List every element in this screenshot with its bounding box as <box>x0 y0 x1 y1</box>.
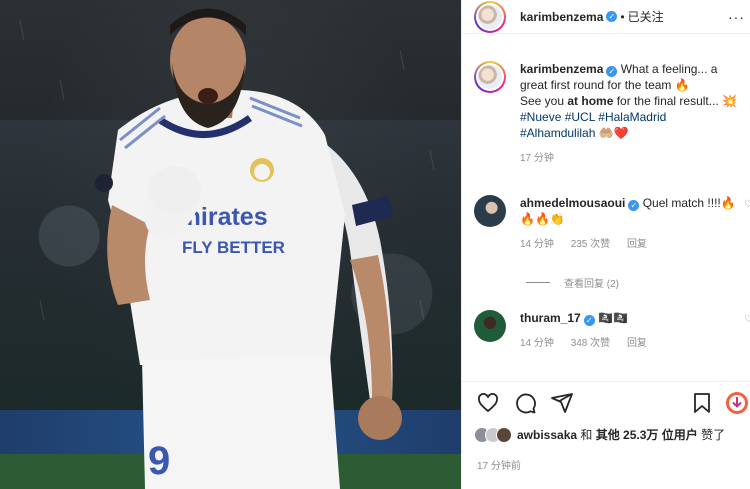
post-photo[interactable]: Emirates FLY BETTER 9 <box>0 0 461 489</box>
caption-line4[interactable]: #Alhamdulilah 🤲🏼❤️ <box>520 126 629 140</box>
verified-icon: ✓ <box>583 315 595 326</box>
action-bar <box>462 381 750 421</box>
author-avatar[interactable] <box>474 0 506 33</box>
view-replies-button[interactable]: 查看回复 (2) <box>526 275 619 290</box>
liker-username[interactable]: awbissaka <box>517 428 577 442</box>
following-button[interactable]: 已关注 <box>628 8 664 25</box>
likes-others[interactable]: 其他 25.3万 位用户 <box>596 428 698 442</box>
author-username[interactable]: karimbenzema <box>520 10 603 24</box>
likes-summary: awbissaka 和 其他 25.3万 位用户 赞了 <box>474 426 725 443</box>
post-panel: karimbenzema ✓ • 已关注 ··· karimbenzema ✓ W… <box>461 0 750 489</box>
comment-text: 🏴‍☠️🏴‍☠️ <box>598 311 628 325</box>
player-figure: Emirates FLY BETTER 9 <box>19 8 435 489</box>
caption-username[interactable]: karimbenzema <box>520 62 603 76</box>
reply-button[interactable]: 回复 <box>627 338 647 349</box>
caption-hashtags[interactable]: #Nueve #UCL #HalaMadrid <box>520 110 666 124</box>
comment-item: thuram_17 ✓ 🏴‍☠️🏴‍☠️ 14 分钟 348 次赞 回复 ♡ <box>474 310 750 352</box>
commenter-avatar[interactable] <box>474 310 506 342</box>
commenter-avatar[interactable] <box>474 195 506 227</box>
comment-item: ahmedelmousaoui ✓ Quel match !!!!🔥🔥🔥👏 14 … <box>474 195 750 253</box>
verified-icon: ✓ <box>628 200 640 211</box>
verified-icon: ✓ <box>606 11 618 22</box>
view-replies-label: 查看回复 (2) <box>564 279 619 290</box>
likes-middle: 和 <box>577 428 596 442</box>
svg-text:FLY BETTER: FLY BETTER <box>182 238 285 257</box>
download-icon[interactable] <box>725 391 749 415</box>
verified-icon: ✓ <box>606 66 618 77</box>
heart-icon[interactable]: ♡ <box>744 314 750 325</box>
separator-dot: • <box>620 9 625 24</box>
caption-line2-a: See you <box>520 94 568 108</box>
svg-text:9: 9 <box>148 439 170 483</box>
comment-time[interactable]: 14 分钟 <box>520 239 554 250</box>
comment-time[interactable]: 14 分钟 <box>520 338 554 349</box>
caption-avatar[interactable] <box>474 61 506 93</box>
post-caption: karimbenzema ✓ What a feeling... a great … <box>474 61 749 167</box>
reply-divider <box>526 282 550 283</box>
comment-likes[interactable]: 235 次赞 <box>571 239 610 250</box>
like-icon[interactable] <box>476 391 500 415</box>
comment-icon[interactable] <box>513 391 537 415</box>
comment-username[interactable]: thuram_17 <box>520 311 581 325</box>
liker-avatar[interactable] <box>496 426 512 443</box>
heart-icon[interactable]: ♡ <box>744 199 750 210</box>
reply-button[interactable]: 回复 <box>627 239 647 250</box>
post-header: karimbenzema ✓ • 已关注 ··· <box>462 0 750 34</box>
likes-suffix: 赞了 <box>697 428 726 442</box>
bookmark-icon[interactable] <box>690 391 714 415</box>
more-icon[interactable]: ··· <box>728 9 745 25</box>
share-icon[interactable] <box>550 391 574 415</box>
comment-username[interactable]: ahmedelmousaoui <box>520 196 625 210</box>
caption-line2-bold: at home <box>567 94 614 108</box>
caption-time[interactable]: 17 分钟 <box>520 151 745 167</box>
post-timestamp[interactable]: 17 分钟前 <box>477 457 521 472</box>
comments-section[interactable]: karimbenzema ✓ What a feeling... a great … <box>462 35 750 380</box>
comment-likes[interactable]: 348 次赞 <box>571 338 610 349</box>
caption-line2-b: for the final result... 💥 <box>613 94 738 108</box>
